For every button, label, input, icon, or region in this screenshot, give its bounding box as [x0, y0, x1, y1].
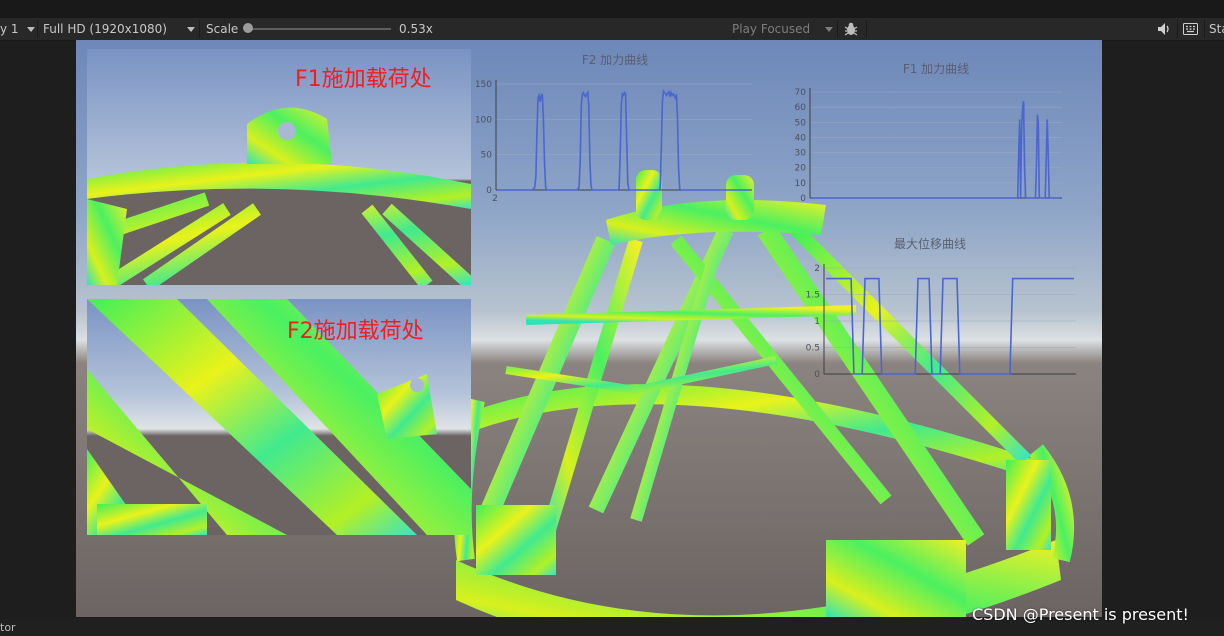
y-tick-label: 10	[795, 179, 807, 189]
scale-slider-handle[interactable]	[243, 23, 253, 33]
y-tick-label: 2	[814, 264, 820, 274]
y-tick-label: 0	[800, 194, 806, 204]
series-line	[812, 100, 1060, 199]
watermark: CSDN @Present is present!	[972, 605, 1189, 624]
divider	[866, 20, 867, 38]
f2-load-label: F2施加载荷处	[287, 319, 424, 344]
play-mode-label: Play Focused	[732, 22, 811, 36]
chart-title: 最大位移曲线	[894, 236, 966, 251]
series-line	[498, 89, 750, 191]
x-tick-label: 2	[492, 194, 498, 204]
f1-load-label: F1施加载荷处	[295, 67, 432, 92]
y-tick-label: 1	[814, 317, 820, 327]
y-tick-label: 0	[814, 370, 820, 380]
max-displacement-chart: 最大位移曲线 0 0.5 1 1.5 2	[806, 236, 1076, 380]
y-tick-label: 40	[795, 133, 807, 143]
display-label: y 1	[0, 22, 19, 36]
chevron-down-icon[interactable]	[27, 27, 35, 32]
window-top-strip	[0, 0, 1224, 18]
chart-title: F1 加力曲线	[903, 62, 969, 76]
scale-slider-track[interactable]	[246, 28, 391, 30]
stats-label: Sta	[1209, 22, 1224, 36]
y-tick-label: 1.5	[806, 291, 820, 301]
divider	[1177, 20, 1178, 38]
f2-force-chart: F2 加力曲线 0501001502	[475, 53, 752, 204]
y-tick-label: 60	[795, 103, 807, 113]
y-tick-label: 150	[475, 80, 492, 90]
y-tick-label: 50	[795, 118, 807, 128]
f1-force-chart: F1 加力曲线 0 10 20 30 40 50 60 70	[795, 62, 1062, 204]
audio-icon[interactable]	[1157, 22, 1171, 36]
status-text: tor	[0, 621, 16, 634]
y-tick-label: 50	[481, 151, 493, 161]
f1-load-inset: F1施加载荷处	[87, 49, 471, 285]
bug-icon[interactable]	[843, 21, 859, 37]
chevron-down-icon[interactable]	[825, 27, 833, 32]
y-tick-label: 30	[795, 149, 807, 159]
series-line	[826, 277, 1074, 375]
f2-load-inset: F2施加载荷处	[87, 299, 471, 535]
resolution-dropdown[interactable]: Full HD (1920x1080)	[43, 18, 167, 40]
resolution-label: Full HD (1920x1080)	[43, 22, 167, 36]
y-tick-label: 70	[795, 88, 807, 98]
divider	[837, 20, 838, 38]
play-mode-dropdown[interactable]: Play Focused	[732, 18, 810, 40]
game-view-toolbar: y 1 Full HD (1920x1080) Scale 0.53x Play…	[0, 18, 1224, 41]
chevron-down-icon[interactable]	[187, 27, 195, 32]
y-tick-label: 100	[475, 115, 492, 125]
y-tick-label: 0.5	[806, 344, 820, 354]
display-dropdown[interactable]: y 1	[0, 18, 19, 40]
divider	[199, 20, 200, 38]
keyboard-icon[interactable]	[1183, 23, 1198, 35]
game-viewport[interactable]: F1施加载荷处 F2施加载荷处 F2 加力曲线 0 50 100 150 2 F1 加力…	[76, 40, 1102, 617]
divider	[1204, 20, 1205, 38]
y-tick-label: 20	[795, 164, 807, 174]
scale-label: Scale	[206, 22, 239, 36]
stats-button[interactable]: Sta	[1209, 18, 1224, 40]
chart-title: F2 加力曲线	[582, 53, 648, 67]
scale-value: 0.53x	[399, 22, 433, 36]
divider	[37, 20, 38, 38]
